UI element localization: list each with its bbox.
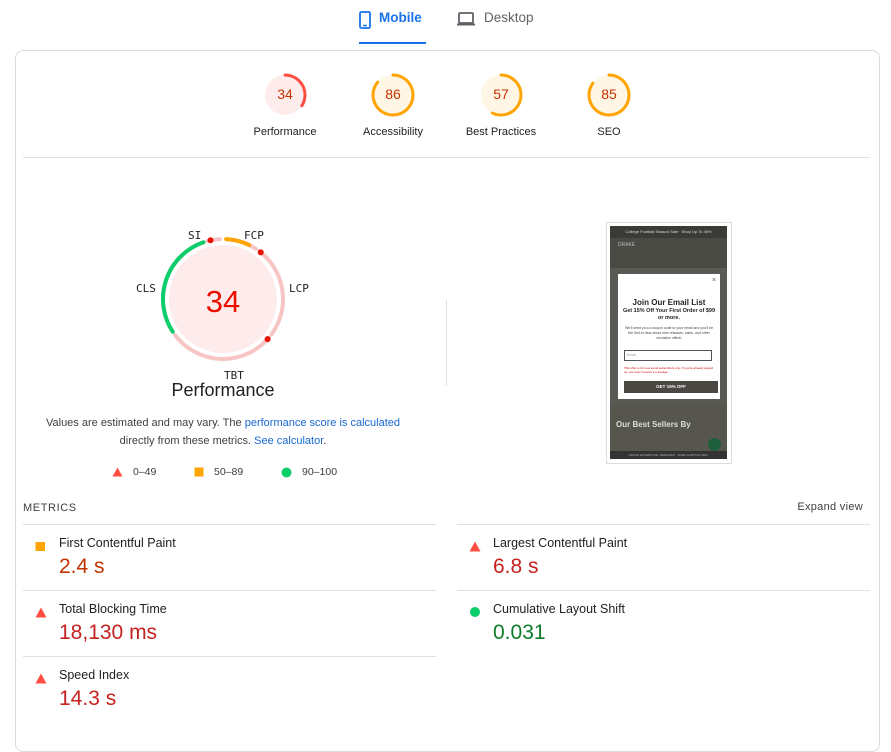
metric-name: Total Blocking Time (59, 602, 167, 616)
score-value: 86 (385, 86, 401, 102)
phone-icon (359, 11, 371, 32)
gauge-tag-lcp: LCP (289, 282, 309, 295)
gauge-tag-fcp: FCP (244, 229, 264, 242)
device-tabs: Mobile Desktop (0, 0, 891, 44)
modal-subtitle: Get 15% Off Your First Order of $99 or m… (622, 308, 716, 321)
legend-pass-label: 90–100 (302, 466, 338, 478)
metric-value: 6.8 s (493, 555, 539, 578)
legend-fail: 0–49 (112, 466, 156, 478)
screenshot-modal: × Join Our Email List Get 15% Off Your F… (618, 274, 720, 399)
screenshot-footer: DRAKE WATERFOWL REWARDS · FREE SHIPPING … (610, 451, 727, 459)
metric-name: Cumulative Layout Shift (493, 602, 626, 616)
tab-desktop-label: Desktop (484, 10, 534, 25)
green-circle-icon (469, 605, 481, 623)
metric-tbt: Total Blocking Time 18,130 ms (23, 590, 436, 656)
performance-score-link[interactable]: performance score is calculated (245, 417, 400, 429)
legend-fail-label: 0–49 (133, 466, 157, 478)
best-sellers-title: Our Best Sellers By (616, 420, 691, 429)
metric-name: First Contentful Paint (59, 536, 176, 550)
metric-value: 14.3 s (59, 687, 117, 710)
score-label: Best Practices (465, 126, 537, 138)
expand-view-button[interactable]: Expand view (797, 501, 863, 513)
metric-lcp: Largest Contentful Paint 6.8 s (457, 524, 870, 590)
metric-value: 18,130 ms (59, 621, 158, 644)
gauge-tag-si: SI (188, 229, 202, 242)
legend-pass: 90–100 (281, 466, 337, 478)
legend-average-label: 50–89 (214, 466, 244, 478)
legend-average: 50–89 (194, 466, 243, 478)
gauge-dot-tbt (264, 336, 271, 343)
modal-email-input: Email (624, 350, 712, 361)
red-triangle-icon (35, 671, 47, 689)
performance-score-large: 34 (205, 284, 241, 319)
modal-body: We'll send you a coupon code to your ema… (624, 326, 714, 340)
screenshot-page: College Football Season Sale · Shop Up T… (610, 226, 727, 459)
note-text-2: directly from these metrics. (119, 435, 255, 447)
orange-square-icon (35, 539, 46, 557)
score-value: 85 (601, 86, 617, 102)
tab-desktop[interactable]: Desktop (456, 10, 534, 44)
screenshot-top-bar: College Football Season Sale · Shop Up T… (610, 226, 727, 238)
section-separator (446, 300, 447, 386)
green-circle-icon (281, 467, 292, 477)
score-label: SEO (597, 126, 621, 138)
performance-gauge-large: 34 (133, 222, 313, 397)
modal-button: GET 15% OFF (624, 381, 718, 393)
orange-square-icon (194, 467, 204, 477)
gauge-tag-cls: CLS (136, 282, 156, 295)
gauge-dot-si (207, 237, 214, 244)
metric-name: Speed Index (59, 668, 130, 682)
red-triangle-icon (35, 605, 47, 623)
red-triangle-icon (469, 539, 481, 557)
tab-mobile-label: Mobile (379, 10, 422, 25)
score-gauge-seo[interactable]: 85 SEO (554, 72, 664, 138)
score-gauge-best-practices[interactable]: 57 Best Practices (446, 72, 556, 138)
gauge-dot-lcp (257, 249, 264, 256)
score-label: Performance (253, 126, 317, 138)
score-gauge-performance[interactable]: 34 Performance (230, 72, 340, 138)
see-calculator-link[interactable]: See calculator (254, 435, 323, 447)
final-screenshot[interactable]: College Football Season Sale · Shop Up T… (606, 222, 732, 464)
metric-fcp: First Contentful Paint 2.4 s (23, 524, 436, 590)
performance-title: Performance (171, 380, 275, 400)
metric-value: 2.4 s (59, 555, 105, 578)
score-note: Values are estimated and may vary. The p… (40, 414, 406, 450)
score-label: Accessibility (363, 126, 423, 138)
metric-value: 0.031 (493, 621, 546, 644)
metrics-heading: METRICS (23, 502, 77, 514)
metric-si: Speed Index 14.3 s (23, 656, 436, 722)
modal-warning: This offer is for new email subscribers … (624, 366, 714, 374)
chat-bubble-icon (708, 438, 721, 451)
score-value: 57 (493, 86, 509, 102)
modal-title: Join Our Email List (632, 298, 706, 307)
metric-cls: Cumulative Layout Shift 0.031 (457, 590, 870, 656)
score-gauge-accessibility[interactable]: 86 Accessibility (338, 72, 448, 138)
note-text: Values are estimated and may vary. The (45, 417, 245, 429)
laptop-icon (456, 11, 476, 30)
note-text-3: . (323, 435, 327, 447)
tab-mobile[interactable]: Mobile (359, 10, 426, 44)
score-value: 34 (277, 86, 293, 102)
red-triangle-icon (112, 467, 123, 477)
modal-close-icon: × (711, 277, 716, 284)
screenshot-logo: DRAKE (618, 242, 636, 248)
gauges-divider (23, 157, 870, 158)
metric-name: Largest Contentful Paint (493, 536, 628, 550)
